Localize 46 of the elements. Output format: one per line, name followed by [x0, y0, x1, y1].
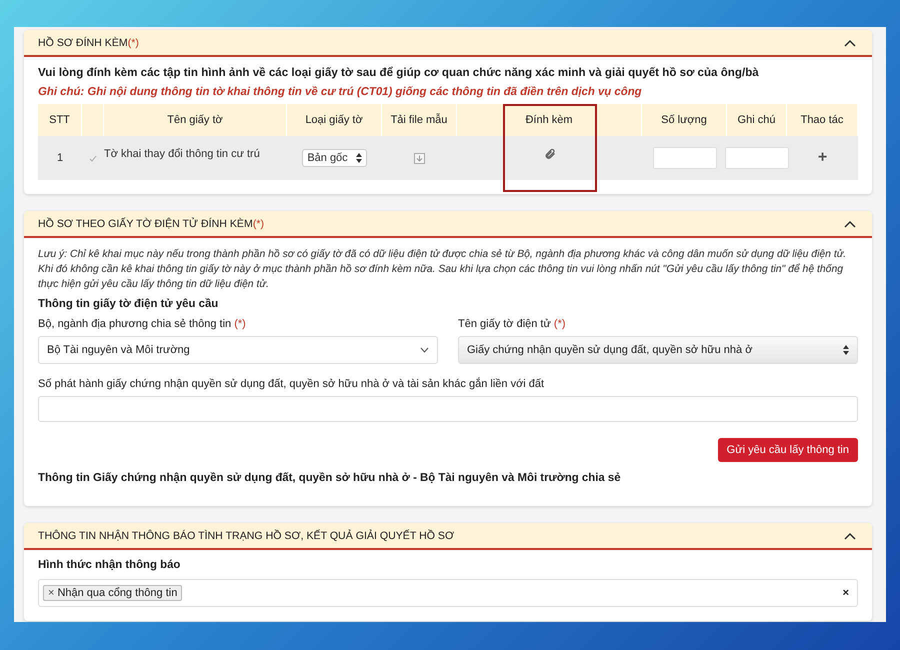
field-label: Số phát hành giấy chứng nhận quyền sử dụng đất, quyền sở hữu nhà ở và tài sản khác gắn liền với đất — [38, 378, 546, 390]
document-select[interactable]: Giấy chứng nhận quyền sử dụng đất, quyền sở hữu nhà ở — [458, 336, 858, 364]
request-button[interactable]: Gửi yêu cầu lấy thông tin — [718, 438, 858, 462]
sort-arrows-icon — [356, 153, 362, 163]
sort-arrows-icon — [843, 345, 849, 355]
field-label: Bộ, ngành địa phương chia sẻ thông tin (*) — [38, 318, 247, 330]
note-text: Lưu ý: Chỉ kê khai mục này nếu trong thành phần hồ sơ có giấy tờ đã có dữ liệu điện tử được chia sẻ từ Bộ, ngành địa phương khác và công dân muốn sử dụng dữ liệu điện tử. Khi đó không cần kê khai thông tin giấy tờ này ở mục thành phần hồ sơ đính kèm nữa. Sau khi lựa chọn các thông tin vui lòng nhấn nút "Gửi yêu cầu lấy thông tin" để hệ thống thực hiện gửi yêu cầu lấy thông tin dữ liệu điện tử. — [38, 248, 848, 292]
check-icon[interactable] — [89, 154, 97, 162]
field-label: Hình thức nhận thông báo — [38, 559, 182, 571]
chevron-icon[interactable] — [844, 532, 856, 540]
instruction-text: Vui lòng đính kèm các tập tin hình ảnh về các loại giấy tờ sau để giúp cơ quan chức năng xác minh và giải quyết hồ sơ của ông/bà — [38, 66, 760, 79]
section-title: THÔNG TIN NHẬN THÔNG BÁO TÌNH TRẠNG HỒ SƠ, KẾT QUẢ GIẢI QUYẾT HỒ SƠ — [38, 530, 454, 542]
ministry-select[interactable]: Bộ Tài nguyên và Môi trường — [38, 336, 438, 364]
column-header: STT — [38, 104, 82, 136]
paperclip-icon[interactable] — [544, 148, 556, 160]
chevron-icon[interactable] — [844, 38, 856, 46]
add-button[interactable]: + — [818, 149, 828, 167]
column-header: Ghi chú — [727, 104, 787, 136]
section-header[interactable]: HỒ SƠ ĐÍNH KÈM(*) — [24, 30, 872, 57]
subheading: Thông tin giấy tờ điện tử yêu cầu — [38, 298, 220, 310]
section-title: HỒ SƠ ĐÍNH KÈM(*) — [38, 36, 139, 48]
field-label: Tên giấy tờ điện tử (*) — [458, 318, 567, 330]
column-header: Thao tác — [787, 104, 858, 136]
number-field[interactable] — [38, 396, 858, 422]
type-select[interactable]: Bản gốc — [302, 149, 367, 167]
section-title: HỒ SƠ THEO GIẤY TỜ ĐIỆN TỬ ĐÍNH KÈM(*) — [38, 218, 264, 230]
table-cell-text: Tờ khai thay đổi thông tin cư trú — [104, 147, 261, 162]
empty-column-header — [82, 104, 104, 136]
section-header[interactable]: HỒ SƠ THEO GIẤY TỜ ĐIỆN TỬ ĐÍNH KÈM(*) — [24, 211, 872, 238]
result-heading: Thông tin Giấy chứng nhận quyền sử dụng đất, quyền sở hữu nhà ở - Bộ Tài nguyên và Môi trường chia sẻ — [38, 472, 622, 484]
note-text: Ghi chú: Ghi nội dung thông tin tờ khai thông tin về cư trú (CT01) giống các thông tin đã điền trên dịch vụ công — [38, 86, 643, 98]
note-field[interactable] — [725, 147, 789, 169]
chevron-down-icon — [420, 347, 429, 353]
download-icon[interactable] — [414, 152, 425, 164]
notification-select[interactable]: × Nhận qua cổng thông tin × — [38, 579, 858, 607]
section-header[interactable]: THÔNG TIN NHẬN THÔNG BÁO TÌNH TRẠNG HỒ SƠ, KẾT QUẢ GIẢI QUYẾT HỒ SƠ — [24, 523, 872, 550]
column-header: Loại giấy tờ — [287, 104, 382, 136]
selected-tag[interactable]: × Nhận qua cổng thông tin — [43, 585, 182, 601]
quantity-field[interactable] — [652, 147, 716, 169]
chevron-icon[interactable] — [844, 220, 856, 228]
column-header: Số lượng — [642, 104, 727, 136]
column-header: Tải file mẫu — [382, 104, 457, 136]
column-header: Tên giấy tờ — [104, 104, 287, 136]
table-cell-text: 1 — [56, 151, 64, 166]
clear-button[interactable]: × — [842, 587, 849, 599]
column-header: Đính kèm — [457, 104, 642, 136]
